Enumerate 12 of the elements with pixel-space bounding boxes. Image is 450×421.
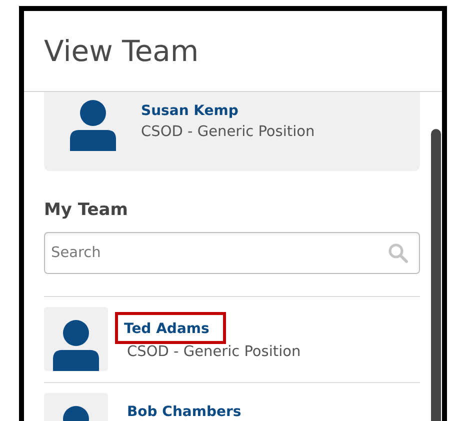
scrollbar-thumb[interactable] — [431, 129, 441, 421]
position-text: CSOD - Generic Position — [127, 343, 301, 362]
section-heading: My Team — [44, 199, 129, 222]
person-avatar-icon — [70, 99, 116, 151]
position-text: CSOD - Generic Position — [141, 123, 315, 142]
search-icon[interactable] — [388, 243, 408, 263]
person-avatar-icon — [53, 319, 99, 371]
person-name-link[interactable]: Susan Kemp — [141, 101, 238, 121]
search-field[interactable]: Search — [44, 232, 420, 274]
person-name-link[interactable]: Bob Chambers — [127, 402, 242, 421]
page-title: View Team — [44, 34, 199, 68]
person-name-link[interactable]: Ted Adams — [118, 315, 224, 341]
